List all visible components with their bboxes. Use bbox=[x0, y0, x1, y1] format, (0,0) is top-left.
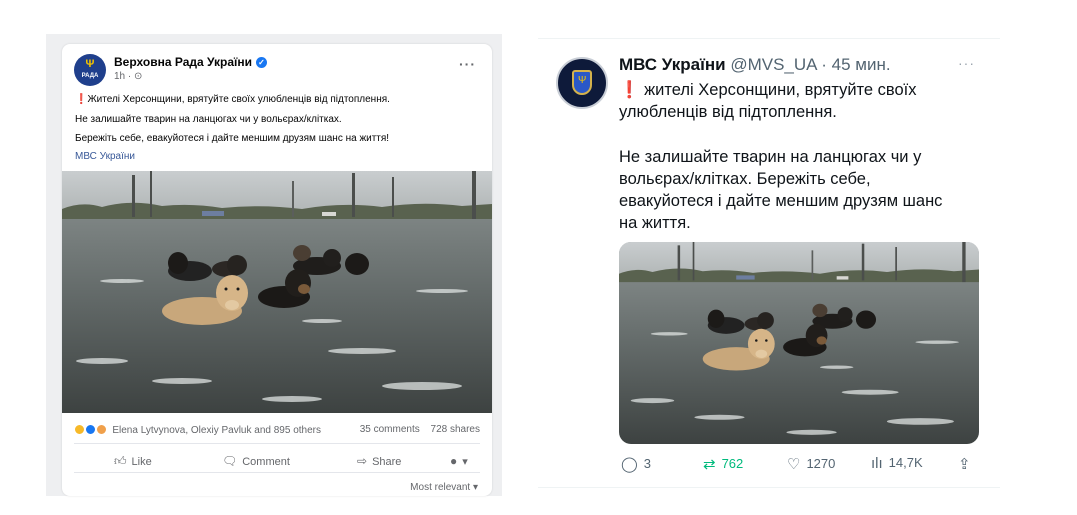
views-count: 14,7K bbox=[888, 455, 923, 470]
post-meta[interactable]: 1h · ⊙ bbox=[114, 71, 142, 82]
tweet-text-line-1-text: жителі Херсонщини, врятуйте своїх bbox=[644, 81, 917, 99]
tweet-author-avatar[interactable]: Ψ bbox=[556, 57, 608, 109]
upload-icon: ⇪ bbox=[958, 456, 971, 473]
retweet-button[interactable]: ⇄ 762 bbox=[703, 455, 743, 473]
reply-count: 3 bbox=[643, 456, 652, 471]
audience-selector[interactable]: ● ▾ bbox=[450, 454, 468, 468]
tagged-page-link[interactable]: МВС України bbox=[75, 151, 135, 162]
comment-icon: 🗨︎ bbox=[222, 454, 238, 468]
profile-mini-icon: ● bbox=[450, 454, 458, 468]
more-options-icon[interactable]: ··· bbox=[459, 56, 476, 72]
comment-sort-dropdown[interactable]: Most relevant ▾ bbox=[410, 482, 478, 493]
share-label: Share bbox=[372, 456, 402, 468]
divider bbox=[538, 487, 1000, 488]
avatar-label: РАДА bbox=[81, 73, 99, 79]
tweet-author[interactable]: МВС України @MVS_UA · 45 мин. bbox=[619, 55, 891, 75]
divider bbox=[74, 443, 480, 444]
verified-icon: ✓ bbox=[256, 57, 268, 68]
comment-label: Comment bbox=[242, 456, 290, 468]
divider bbox=[538, 38, 1000, 39]
like-count: 1270 bbox=[806, 456, 836, 471]
care-react-icon bbox=[95, 424, 107, 435]
like-react-icon bbox=[84, 424, 96, 435]
exclamation-icon: ❗ bbox=[619, 81, 640, 99]
facebook-post-card: Ψ РАДА Верховна Рада України ✓ 1h · ⊙ ···… bbox=[62, 44, 492, 496]
like-button[interactable]: 👍︎ Like bbox=[114, 454, 152, 469]
tweet-text-line-1: ❗ жителі Херсонщини, врятуйте своїх bbox=[619, 79, 917, 101]
author-avatar[interactable]: Ψ РАДА bbox=[74, 54, 106, 86]
share-icon: ⇨ bbox=[357, 454, 368, 468]
views-button[interactable]: ılı 14,7K bbox=[871, 455, 923, 472]
views-icon: ılı bbox=[871, 455, 883, 472]
post-text-line-1: ❗Жителі Херсонщини, врятуйте своїх улюбл… bbox=[75, 93, 390, 107]
reply-button[interactable]: ◯ 3 bbox=[621, 455, 651, 473]
divider bbox=[74, 472, 480, 473]
tweet-text-line-3: Не залишайте тварин на ланцюгах чи у bbox=[619, 148, 922, 166]
retweet-count: 762 bbox=[721, 456, 744, 471]
shield-icon: Ψ bbox=[572, 70, 592, 95]
trident-icon: Ψ bbox=[578, 75, 587, 86]
heart-icon: ♡ bbox=[787, 456, 801, 473]
tweet-handle-time: @MVS_UA · 45 мин. bbox=[730, 55, 891, 74]
tweet-text-line-4: вольєрах/клітках. Бережіть себе, bbox=[619, 170, 871, 188]
haha-react-icon bbox=[74, 424, 85, 435]
tweet-photo[interactable] bbox=[619, 242, 979, 444]
engagement-counts: 35 comments 728 shares bbox=[352, 424, 480, 435]
comments-count[interactable]: 35 comments bbox=[360, 424, 420, 435]
shares-count[interactable]: 728 shares bbox=[431, 424, 480, 435]
comment-button[interactable]: 🗨︎ Comment bbox=[222, 454, 290, 468]
like-label: Like bbox=[131, 456, 152, 468]
reactions-summary[interactable]: Elena Lytvynova, Olexiy Pavluk and 895 o… bbox=[74, 424, 321, 436]
retweet-icon: ⇄ bbox=[703, 456, 716, 473]
post-text-line-3: Бережіть себе, евакуйотеся і дайте менши… bbox=[75, 133, 390, 144]
author-name-text: Верховна Рада України bbox=[114, 55, 253, 69]
more-options-icon[interactable]: ··· bbox=[958, 55, 975, 71]
post-photo[interactable] bbox=[62, 171, 492, 413]
reactions-text: Elena Lytvynova, Olexiy Pavluk and 895 o… bbox=[112, 425, 321, 436]
tweet-text-line-5: евакуйотеся і дайте меншим друзям шанс bbox=[619, 192, 943, 210]
post-text-line-2: Не залишайте тварин на ланцюгах чи у вол… bbox=[75, 114, 342, 125]
trident-icon: Ψ bbox=[85, 58, 95, 70]
reply-icon: ◯ bbox=[621, 456, 638, 473]
upload-button[interactable]: ⇪ bbox=[958, 455, 977, 473]
tweet-text-line-6: на життя. bbox=[619, 214, 691, 232]
post-text-line-1-text: Жителі Херсонщини, врятуйте своїх улюбле… bbox=[87, 94, 390, 105]
exclamation-icon: ❗ bbox=[75, 94, 88, 105]
share-button[interactable]: ⇨ Share bbox=[357, 454, 401, 468]
like-button[interactable]: ♡ 1270 bbox=[787, 455, 835, 473]
tweet-author-name: МВС України bbox=[619, 55, 726, 74]
tweet-text-line-2: улюбленців від підтоплення. bbox=[619, 103, 837, 121]
like-icon: 👍︎ bbox=[114, 454, 127, 468]
author-name[interactable]: Верховна Рада України ✓ bbox=[114, 55, 268, 69]
